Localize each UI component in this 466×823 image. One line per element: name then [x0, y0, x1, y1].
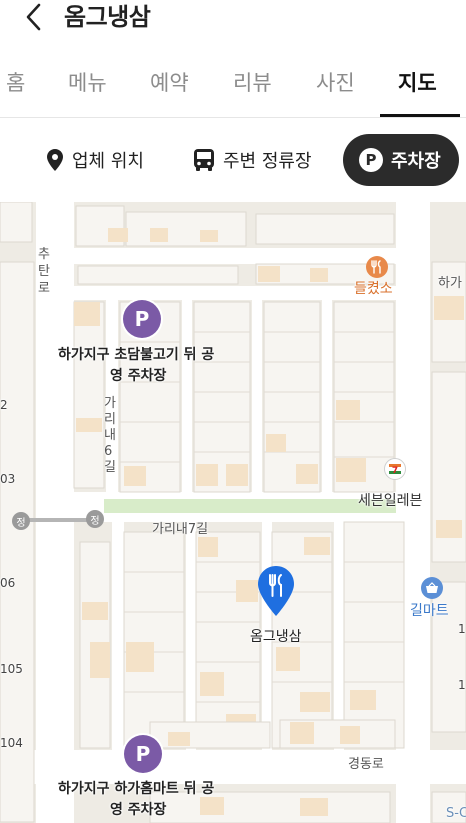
map-view[interactable]: 정 정 추탄로 가리내6길 가리내7길 경동로 하가 S-C 2 03 06 1…	[0, 202, 466, 823]
restaurant-icon[interactable]	[366, 256, 388, 278]
app-header: 옴그냉삼	[0, 0, 466, 40]
tab-reservation[interactable]: 예약	[150, 68, 189, 98]
building-number: 105	[0, 662, 23, 676]
bus-stop-icon[interactable]: 정	[86, 510, 104, 528]
parking-label: 하가지구 초담불고기 뒤 공	[58, 347, 215, 363]
parking-marker[interactable]: P	[124, 735, 162, 773]
chevron-left-icon[interactable]	[20, 2, 50, 32]
chip-parking[interactable]: P 주차장	[343, 134, 459, 186]
location-pin-icon	[47, 149, 63, 171]
building-number: 2	[0, 398, 8, 412]
tab-menu[interactable]: 메뉴	[68, 68, 107, 98]
road-label-garinae6: 가리내6길	[104, 396, 116, 475]
poi-label: 길마트	[410, 603, 449, 619]
bus-icon	[194, 149, 214, 171]
parking-marker[interactable]: P	[123, 300, 161, 338]
building-number: 104	[0, 736, 23, 750]
poi-label: 들켰소	[354, 281, 393, 297]
map-filter-chips: 업체 위치 주변 정류장 P 주차장	[0, 118, 466, 202]
bus-stop-icon[interactable]: 정	[12, 512, 30, 530]
tab-photos[interactable]: 사진	[316, 68, 355, 98]
chip-nearby-stops[interactable]: 주변 정류장	[193, 134, 312, 186]
tab-reviews[interactable]: 리뷰	[233, 68, 272, 98]
convenience-store-icon[interactable]: 7	[384, 458, 406, 480]
parking-label: 하가지구 하가홈마트 뒤 공	[58, 781, 215, 797]
business-label: 옴그냉삼	[250, 629, 302, 645]
building-number: 1	[458, 678, 466, 692]
tab-map[interactable]: 지도	[398, 68, 437, 98]
chip-label: 업체 위치	[72, 151, 144, 172]
chip-business-location[interactable]: 업체 위치	[46, 134, 144, 186]
page-title: 옴그냉삼	[64, 3, 151, 31]
building-number: 03	[0, 472, 16, 486]
poi-label: 세븐일레븐	[358, 493, 423, 509]
fork-knife-icon[interactable]	[256, 564, 296, 618]
parking-label: 영 주차장	[110, 368, 167, 384]
svg-text:7: 7	[392, 466, 398, 476]
building-number: 06	[0, 576, 16, 590]
building-number: 1	[458, 622, 466, 636]
chip-label: 주차장	[391, 151, 441, 172]
tab-home[interactable]: 홈	[6, 68, 25, 98]
road-label-garinae7: 가리내7길	[152, 522, 209, 537]
parking-icon: P	[359, 148, 383, 172]
active-tab-indicator	[380, 114, 460, 117]
tab-bar: 홈 메뉴 예약 리뷰 사진 지도	[0, 58, 466, 118]
shopping-basket-icon[interactable]	[421, 577, 443, 599]
road-label-gyeongdong: 경동로	[348, 757, 384, 772]
map-base-layer	[0, 202, 466, 823]
chip-label: 주변 정류장	[223, 151, 312, 172]
area-label-haga: 하가	[438, 276, 462, 291]
parking-label: 영 주차장	[110, 802, 167, 818]
road-label-chuntan: 추탄로	[38, 247, 50, 296]
area-label-partial: S-C	[446, 806, 466, 821]
